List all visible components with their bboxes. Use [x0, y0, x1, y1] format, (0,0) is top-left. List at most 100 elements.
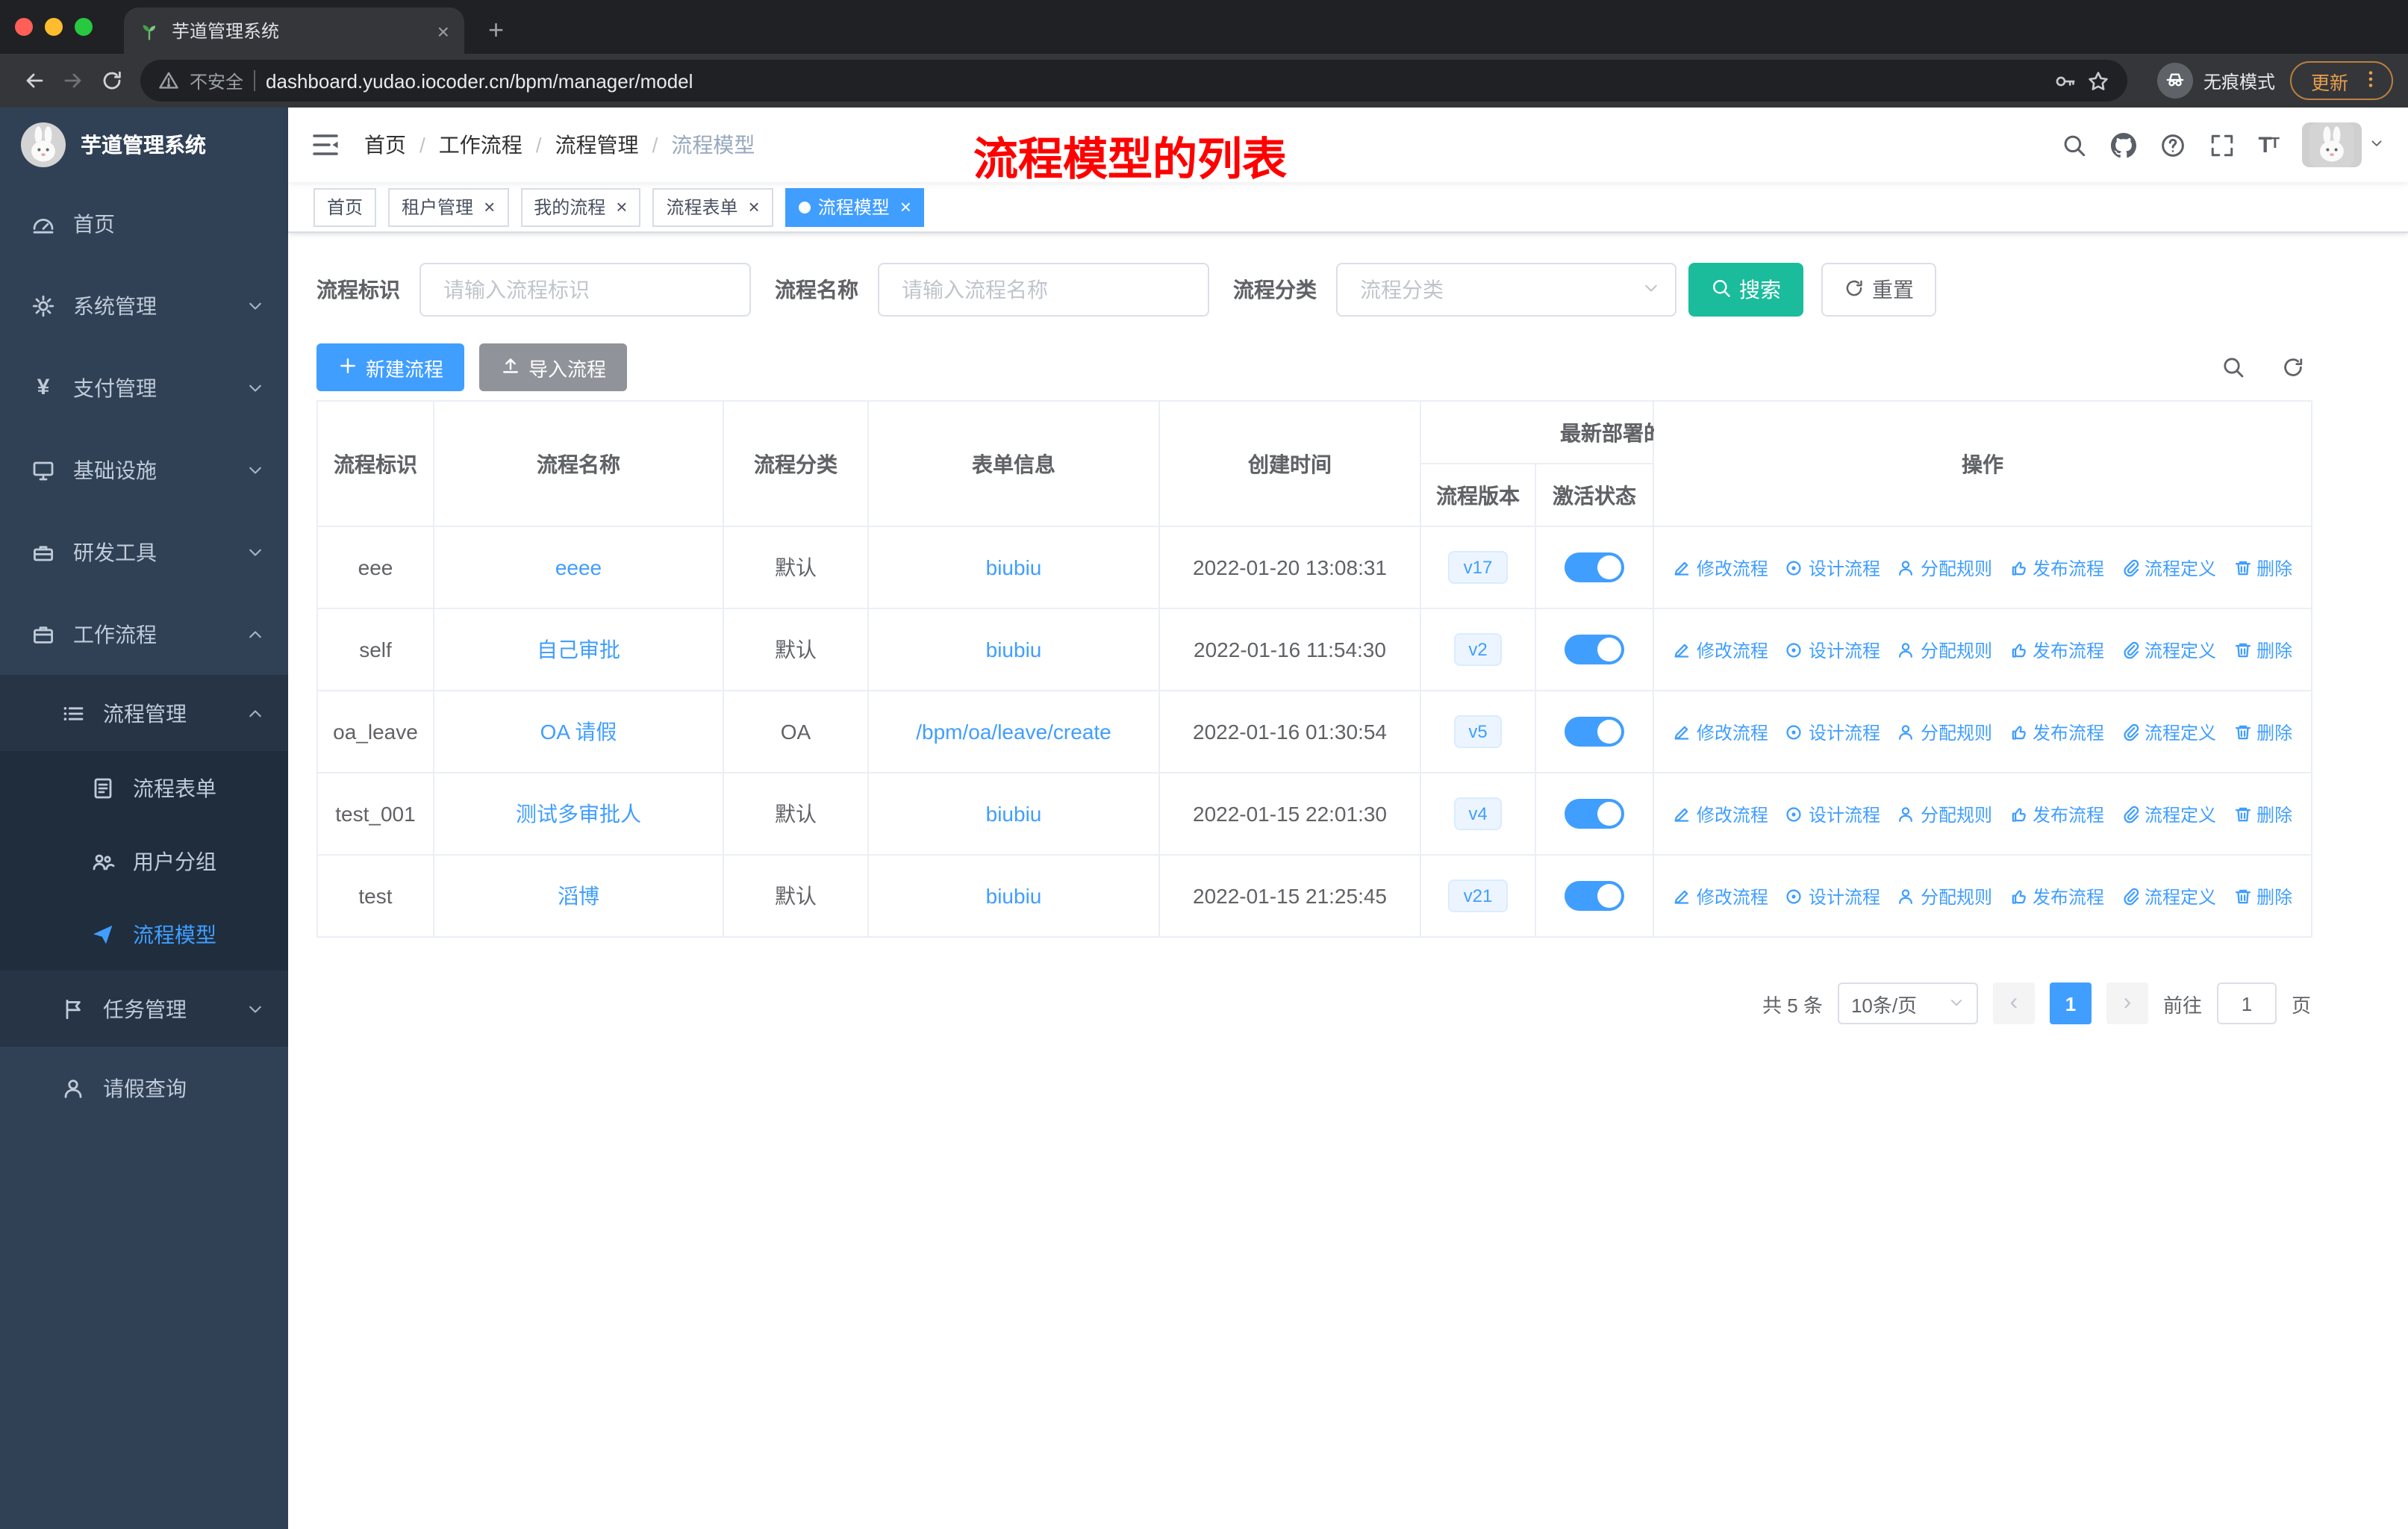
tab-close-icon[interactable]: × — [437, 20, 449, 41]
action-modify-process[interactable]: 修改流程 — [1673, 719, 1768, 744]
user-avatar[interactable] — [2302, 122, 2384, 167]
action-design-process[interactable]: 设计流程 — [1785, 719, 1880, 744]
tag-close-icon[interactable]: × — [484, 197, 495, 217]
create-process-button[interactable]: 新建流程 — [316, 343, 465, 391]
breadcrumb-item[interactable]: 首页 — [364, 130, 406, 160]
breadcrumb-item[interactable]: 工作流程 — [439, 130, 523, 160]
tag-close-icon[interactable]: × — [749, 197, 760, 217]
sidebar-item-process-management[interactable]: 流程管理 — [0, 675, 288, 751]
action-publish-process[interactable]: 发布流程 — [2009, 637, 2104, 662]
prev-page-button[interactable]: ‹ — [1992, 983, 2035, 1024]
action-publish-process[interactable]: 发布流程 — [2009, 801, 2104, 826]
action-publish-process[interactable]: 发布流程 — [2009, 883, 2104, 909]
action-delete[interactable]: 删除 — [2233, 801, 2292, 826]
address-bar[interactable]: 不安全 dashboard.yudao.iocoder.cn/bpm/manag… — [140, 60, 2127, 102]
refresh-table-icon[interactable] — [2281, 355, 2305, 379]
action-design-process[interactable]: 设计流程 — [1785, 801, 1880, 826]
action-assign-rule[interactable]: 分配规则 — [1897, 719, 1992, 744]
process-name-link[interactable]: 测试多审批人 — [516, 802, 641, 826]
tag-item[interactable]: 流程模型 × — [785, 187, 925, 226]
form-link[interactable]: biubiu — [986, 884, 1042, 908]
page-number-button[interactable]: 1 — [2049, 983, 2092, 1024]
sidebar-item-payment-management[interactable]: ¥ 支付管理 — [0, 346, 288, 429]
browser-menu-icon[interactable] — [2360, 68, 2381, 93]
minimize-window-button[interactable] — [45, 18, 63, 36]
reload-button[interactable] — [93, 63, 131, 99]
update-button[interactable]: 更新 — [2289, 61, 2393, 100]
form-link[interactable]: biubiu — [986, 802, 1042, 826]
close-window-button[interactable] — [15, 18, 33, 36]
action-publish-process[interactable]: 发布流程 — [2009, 555, 2104, 580]
action-process-definition[interactable]: 流程定义 — [2121, 883, 2216, 909]
action-process-definition[interactable]: 流程定义 — [2121, 637, 2216, 662]
process-name-link[interactable]: 自己审批 — [537, 638, 620, 661]
next-page-button[interactable]: › — [2106, 983, 2148, 1024]
sidebar-item-dev-tools[interactable]: 研发工具 — [0, 511, 288, 593]
tag-item[interactable]: 首页 — [314, 187, 377, 226]
import-process-button[interactable]: 导入流程 — [479, 343, 628, 391]
browser-tab[interactable]: 芋道管理系统 × — [124, 7, 464, 54]
tag-item[interactable]: 租户管理 × — [388, 187, 509, 226]
status-toggle[interactable] — [1565, 717, 1624, 747]
status-toggle[interactable] — [1565, 635, 1624, 664]
form-link[interactable]: biubiu — [986, 555, 1042, 579]
back-button[interactable] — [15, 63, 54, 99]
sidebar-item-task-management[interactable]: 任务管理 — [0, 971, 288, 1047]
sidebar-item-home[interactable]: 首页 — [0, 182, 288, 264]
action-delete[interactable]: 删除 — [2233, 637, 2292, 662]
status-toggle[interactable] — [1565, 881, 1624, 911]
tag-close-icon[interactable]: × — [900, 197, 911, 217]
action-process-definition[interactable]: 流程定义 — [2121, 801, 2216, 826]
action-process-definition[interactable]: 流程定义 — [2121, 719, 2216, 744]
sidebar-item-infrastructure[interactable]: 基础设施 — [0, 429, 288, 511]
action-modify-process[interactable]: 修改流程 — [1673, 883, 1768, 909]
action-process-definition[interactable]: 流程定义 — [2121, 555, 2216, 580]
action-publish-process[interactable]: 发布流程 — [2009, 719, 2104, 744]
action-assign-rule[interactable]: 分配规则 — [1897, 555, 1992, 580]
breadcrumb-item[interactable]: 流程管理 — [555, 130, 639, 160]
process-name-link[interactable]: OA 请假 — [540, 720, 617, 744]
github-icon[interactable] — [2110, 132, 2136, 158]
help-icon[interactable] — [2159, 132, 2185, 158]
goto-page-input[interactable] — [2216, 983, 2277, 1024]
action-design-process[interactable]: 设计流程 — [1785, 883, 1880, 909]
status-toggle[interactable] — [1565, 799, 1624, 829]
search-button[interactable]: 搜索 — [1688, 263, 1803, 317]
action-modify-process[interactable]: 修改流程 — [1673, 801, 1768, 826]
status-toggle[interactable] — [1565, 552, 1624, 582]
action-assign-rule[interactable]: 分配规则 — [1897, 883, 1992, 909]
process-name-link[interactable]: 滔博 — [558, 884, 599, 908]
process-name-link[interactable]: eeee — [555, 555, 602, 579]
action-assign-rule[interactable]: 分配规则 — [1897, 801, 1992, 826]
search-icon[interactable] — [2061, 132, 2086, 158]
sidebar-item-workflow[interactable]: 工作流程 — [0, 593, 288, 675]
tag-item[interactable]: 我的流程 × — [520, 187, 641, 226]
tag-close-icon[interactable]: × — [616, 197, 627, 217]
form-link[interactable]: biubiu — [986, 638, 1042, 661]
toggle-search-icon[interactable] — [2221, 355, 2245, 379]
process-key-input[interactable] — [419, 263, 751, 317]
bookmark-star-icon[interactable] — [2087, 69, 2109, 92]
action-design-process[interactable]: 设计流程 — [1785, 637, 1880, 662]
sidebar-item-leave-query[interactable]: 请假查询 — [0, 1047, 288, 1129]
action-assign-rule[interactable]: 分配规则 — [1897, 637, 1992, 662]
maximize-window-button[interactable] — [75, 18, 93, 36]
hamburger-icon[interactable] — [311, 130, 340, 160]
sidebar-item-process-model[interactable]: 流程模型 — [0, 897, 288, 971]
font-size-icon[interactable]: TT — [2258, 134, 2280, 156]
password-key-icon[interactable] — [2054, 69, 2077, 92]
category-select[interactable]: 流程分类 — [1336, 263, 1676, 317]
action-delete[interactable]: 删除 — [2233, 555, 2292, 580]
fullscreen-icon[interactable] — [2209, 132, 2234, 158]
tag-item[interactable]: 流程表单 × — [652, 187, 773, 226]
page-size-select[interactable]: 10条/页 — [1837, 983, 1978, 1024]
reset-button[interactable]: 重置 — [1821, 263, 1936, 317]
action-design-process[interactable]: 设计流程 — [1785, 555, 1880, 580]
action-delete[interactable]: 删除 — [2233, 719, 2292, 744]
form-link[interactable]: /bpm/oa/leave/create — [916, 720, 1111, 744]
action-modify-process[interactable]: 修改流程 — [1673, 555, 1768, 580]
forward-button[interactable] — [54, 63, 93, 99]
sidebar-item-user-group[interactable]: 用户分组 — [0, 824, 288, 897]
sidebar-item-process-form[interactable]: 流程表单 — [0, 751, 288, 824]
process-name-input[interactable] — [878, 263, 1209, 317]
